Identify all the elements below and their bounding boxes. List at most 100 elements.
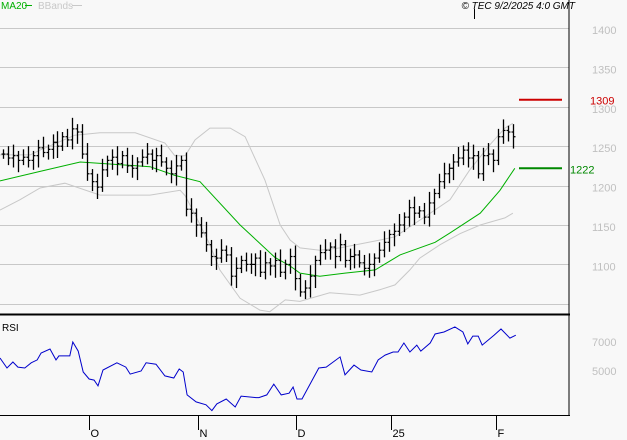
- x-tick-label: D: [298, 428, 306, 440]
- ohlc-bar: [437, 173, 442, 199]
- ohlc-bar: [169, 160, 174, 184]
- stock-chart: 13091222 1400135013001250120011501100 RS…: [0, 0, 616, 440]
- ohlc-bar: [392, 223, 397, 247]
- ohlc-bar: [21, 149, 26, 166]
- ohlc-bar: [234, 257, 239, 289]
- ohlc-bar: [135, 157, 140, 181]
- time-axis: O N D 25 F: [89, 416, 505, 440]
- y-tick-label: 1200: [592, 183, 616, 195]
- y-tick-label: 1150: [592, 222, 616, 234]
- ohlc-bar: [417, 206, 422, 218]
- rsi-tick-label: 7000: [592, 337, 616, 349]
- ohlc-bar: [110, 149, 115, 170]
- ohlc-bar: [249, 253, 254, 274]
- ohlc-bar: [343, 239, 348, 268]
- price-axis: 1400 1350 1300 1250 1200 1150 1100: [592, 25, 616, 273]
- y-tick-label: 1250: [592, 143, 616, 155]
- ohlc-bar: [258, 250, 263, 278]
- ohlc-bar: [80, 124, 85, 159]
- rsi-title: RSI: [2, 323, 19, 334]
- ma20-path: [0, 161, 516, 277]
- ma20-line: [0, 161, 516, 277]
- copyright-text: © TEC 9/2/2025 4:0 GMT: [461, 1, 575, 12]
- rsi-tick-label: 5000: [592, 366, 616, 378]
- ohlc-bar: [303, 280, 308, 300]
- ohlc-bar: [16, 150, 21, 173]
- ohlc-bar: [70, 117, 75, 150]
- ohlc-bar: [506, 125, 511, 142]
- ohlc-bar: [105, 155, 110, 177]
- ohlc-bar: [11, 144, 16, 168]
- ohlc-bar: [308, 265, 313, 298]
- ohlc-bar: [244, 252, 249, 272]
- ohlc-bar: [179, 155, 184, 171]
- ohlc-bar: [229, 247, 234, 286]
- ohlc-bar: [491, 149, 496, 173]
- ohlc-bar: [333, 239, 338, 269]
- bband-lower: [0, 182, 514, 313]
- ohlc-bar: [219, 239, 224, 263]
- ohlc-bar: [278, 249, 283, 278]
- ohlc-bar: [130, 154, 135, 178]
- ohlc-bar: [36, 139, 41, 168]
- x-tick-label: F: [498, 428, 505, 440]
- y-tick-label: 1350: [592, 64, 616, 76]
- ohlc-bar: [204, 221, 209, 252]
- bollinger-bands: [0, 122, 514, 313]
- ohlc-bar: [174, 154, 179, 186]
- ohlc-bar: [75, 124, 80, 144]
- ohlc-bar: [26, 146, 31, 168]
- ohlc-bar: [456, 146, 461, 167]
- ohlc-bar: [6, 146, 11, 166]
- ohlc-bar: [511, 124, 516, 149]
- legend-bbands-label: BBands: [38, 1, 73, 12]
- x-tick-label: N: [200, 428, 208, 440]
- ohlc-bar: [268, 258, 273, 276]
- ohlc-bar: [427, 191, 432, 227]
- ohlc-bar: [422, 202, 427, 225]
- legend-ma20-label: MA20: [1, 1, 28, 12]
- ohlc-bar: [184, 152, 189, 217]
- ohlc-bar: [377, 242, 382, 263]
- ohlc-bar: [199, 217, 204, 238]
- x-tick-label: O: [91, 428, 100, 440]
- ohlc-bar: [407, 199, 412, 227]
- ohlc-bar: [293, 245, 298, 291]
- ohlc-bar: [115, 146, 120, 176]
- y-tick-label: 1400: [592, 25, 616, 37]
- ohlc-bar: [461, 145, 466, 166]
- ohlc-bar: [298, 273, 303, 297]
- ohlc-bar: [451, 154, 456, 181]
- ohlc-bar: [120, 150, 125, 169]
- ohlc-bar: [125, 147, 130, 173]
- legend: MA20 BBands © TEC 9/2/2025 4:0 GMT: [1, 1, 576, 12]
- ohlc-bar: [471, 144, 476, 170]
- ohlc-bar: [447, 163, 452, 184]
- ohlc-bar: [159, 144, 164, 167]
- ohlc-bar: [1, 149, 6, 159]
- y-tick-label: 1100: [592, 261, 616, 273]
- ohlc-bar: [367, 253, 372, 278]
- ohlc-bar: [194, 208, 199, 237]
- rsi-line: [0, 326, 517, 412]
- ohlc-bar: [224, 245, 229, 263]
- ohlc-bar: [328, 242, 333, 260]
- ohlc-bar: [442, 162, 447, 189]
- x-tick-label: 25: [393, 428, 405, 440]
- ma20-last-label: 1222: [570, 164, 594, 176]
- ohlc-bar: [412, 196, 417, 225]
- ohlc-bar: [481, 147, 486, 181]
- rsi-panel: RSI 7000 5000: [0, 323, 616, 412]
- ohlc-bar: [140, 149, 145, 167]
- ohlc-bar: [476, 150, 481, 179]
- ohlc-bar: [387, 229, 392, 252]
- ohlc-bar: [318, 244, 323, 266]
- ohlc-bar: [382, 231, 387, 258]
- ohlc-bar: [263, 251, 268, 280]
- ohlc-bar: [348, 248, 353, 270]
- ohlc-bar: [362, 254, 367, 276]
- ohlc-bar: [313, 255, 318, 289]
- ohlc-bar: [288, 248, 293, 274]
- ohlc-bar: [90, 169, 95, 192]
- ohlc-bar: [55, 131, 60, 159]
